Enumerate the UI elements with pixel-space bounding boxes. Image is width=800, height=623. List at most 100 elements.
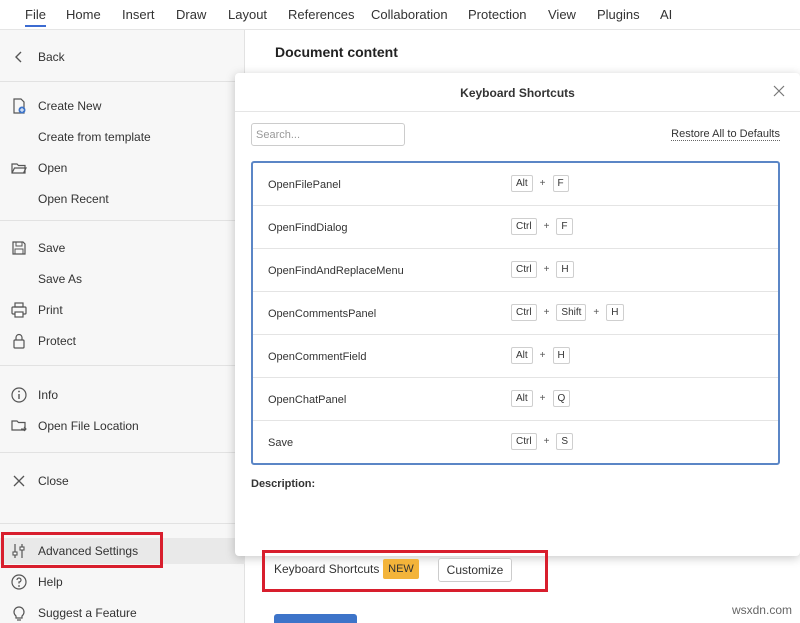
shortcut-keys[interactable]: Ctrl + S — [511, 433, 574, 450]
key-cap: H — [552, 347, 570, 364]
sidebar-item-label: Info — [38, 388, 59, 402]
plus-sign: + — [543, 307, 550, 318]
key-cap: Alt — [511, 347, 533, 364]
sidebar-item-help[interactable]: Help — [0, 569, 245, 595]
key-cap: F — [552, 175, 569, 192]
sidebar-item-label: Create New — [38, 99, 102, 113]
close-icon — [13, 475, 25, 487]
sidebar-item-print[interactable]: Print — [0, 297, 245, 323]
sidebar-item-close[interactable]: Close — [0, 468, 245, 494]
key-cap: Alt — [511, 175, 533, 192]
key-cap: H — [556, 261, 574, 278]
sidebar-item-label: Help — [38, 575, 63, 589]
watermark: wsxdn.com — [731, 603, 792, 617]
shortcut-keys[interactable]: Ctrl + H — [511, 261, 574, 278]
key-cap: Ctrl — [511, 218, 537, 235]
divider — [0, 220, 245, 221]
tab-draw[interactable]: Draw — [176, 7, 206, 22]
sidebar-item-label: Protect — [38, 334, 77, 348]
tab-view[interactable]: View — [548, 7, 576, 22]
printer-icon — [11, 302, 27, 318]
lock-icon — [13, 333, 25, 349]
tab-protection[interactable]: Protection — [468, 7, 527, 22]
keyboard-shortcuts-dialog: Keyboard Shortcuts Restore All to Defaul… — [235, 73, 800, 556]
tab-insert[interactable]: Insert — [122, 7, 155, 22]
close-icon[interactable] — [772, 84, 786, 98]
sidebar-item-open-recent[interactable]: Open Recent — [0, 186, 245, 212]
apply-button[interactable] — [274, 614, 357, 623]
sidebar-item-back[interactable]: Back — [0, 44, 245, 70]
tab-home[interactable]: Home — [66, 7, 101, 22]
shortcut-name: OpenFindAndReplaceMenu — [268, 265, 404, 277]
highlight-box-advanced-settings — [1, 532, 163, 568]
tab-references[interactable]: References — [288, 7, 354, 22]
new-document-icon — [13, 98, 26, 114]
divider — [0, 523, 245, 524]
plus-sign: + — [539, 350, 546, 361]
sidebar-item-suggest-feature[interactable]: Suggest a Feature — [0, 600, 245, 623]
sidebar-item-label: Open — [38, 161, 68, 175]
sidebar-item-label: Close — [38, 474, 69, 488]
key-cap: Ctrl — [511, 433, 537, 450]
dialog-title: Keyboard Shortcuts — [460, 86, 575, 100]
shortcut-keys[interactable]: Alt + H — [511, 347, 570, 364]
sidebar-item-info[interactable]: Info — [0, 382, 245, 408]
tab-layout[interactable]: Layout — [228, 7, 267, 22]
shortcut-row[interactable]: OpenCommentField Alt + H — [253, 335, 778, 378]
shortcut-row[interactable]: OpenChatPanel Alt + Q — [253, 378, 778, 421]
shortcut-name: OpenCommentsPanel — [268, 308, 377, 320]
shortcut-list: OpenFilePanel Alt + F OpenFindDialog Ctr… — [251, 161, 780, 465]
sidebar-item-label: Save — [38, 241, 66, 255]
shortcut-keys[interactable]: Alt + Q — [511, 390, 571, 407]
sidebar-item-label: Print — [38, 303, 63, 317]
info-icon — [11, 387, 27, 403]
key-cap: F — [556, 218, 573, 235]
shortcut-name: OpenChatPanel — [268, 394, 347, 406]
sidebar-item-save-as[interactable]: Save As — [0, 266, 245, 292]
sidebar-item-label: Open Recent — [38, 192, 109, 206]
key-cap: Shift — [556, 304, 587, 321]
plus-sign: + — [543, 264, 550, 275]
sidebar-item-protect[interactable]: Protect — [0, 328, 245, 354]
shortcut-name: Save — [268, 437, 294, 449]
lightbulb-icon — [13, 606, 25, 621]
key-cap: Ctrl — [511, 304, 537, 321]
sidebar-item-open-file-location[interactable]: Open File Location — [0, 413, 245, 439]
shortcut-row[interactable]: OpenCommentsPanel Ctrl + Shift + H — [253, 292, 778, 335]
restore-defaults-link[interactable]: Restore All to Defaults — [671, 128, 780, 141]
tab-collaboration[interactable]: Collaboration — [371, 7, 448, 22]
shortcut-row[interactable]: OpenFindAndReplaceMenu Ctrl + H — [253, 249, 778, 292]
key-cap: Alt — [511, 390, 533, 407]
save-icon — [12, 241, 26, 255]
menu-bar: File Home Insert Draw Layout References … — [0, 0, 800, 30]
description-label: Description: — [251, 478, 316, 490]
sidebar-item-open[interactable]: Open — [0, 155, 245, 181]
key-cap: Q — [552, 390, 571, 407]
sidebar-item-label: Back — [38, 50, 65, 64]
shortcut-row[interactable]: OpenFindDialog Ctrl + F — [253, 206, 778, 249]
shortcut-name: OpenCommentField — [268, 351, 367, 363]
search-input[interactable] — [251, 123, 405, 146]
shortcut-row[interactable]: Save Ctrl + S — [253, 421, 778, 463]
key-cap: Ctrl — [511, 261, 537, 278]
plus-sign: + — [543, 221, 550, 232]
sidebar-item-label: Save As — [38, 272, 83, 286]
plus-sign: + — [593, 307, 600, 318]
sidebar-item-save[interactable]: Save — [0, 235, 245, 261]
tab-ai[interactable]: AI — [660, 7, 672, 22]
shortcut-name: OpenFindDialog — [268, 222, 348, 234]
plus-sign: + — [543, 436, 550, 447]
sidebar-item-label: Open File Location — [38, 419, 139, 433]
shortcut-keys[interactable]: Alt + F — [511, 175, 569, 192]
page-title: Document content — [275, 44, 398, 60]
key-cap: S — [556, 433, 574, 450]
chevron-left-icon — [15, 51, 22, 63]
sidebar-item-create-new[interactable]: Create New — [0, 93, 245, 119]
tab-file[interactable]: File — [25, 7, 46, 27]
shortcut-keys[interactable]: Ctrl + Shift + H — [511, 304, 624, 321]
sidebar-item-create-from-template[interactable]: Create from template — [0, 124, 245, 150]
shortcut-keys[interactable]: Ctrl + F — [511, 218, 573, 235]
shortcut-row[interactable]: OpenFilePanel Alt + F — [253, 163, 778, 206]
plus-sign: + — [539, 178, 546, 189]
tab-plugins[interactable]: Plugins — [597, 7, 640, 22]
